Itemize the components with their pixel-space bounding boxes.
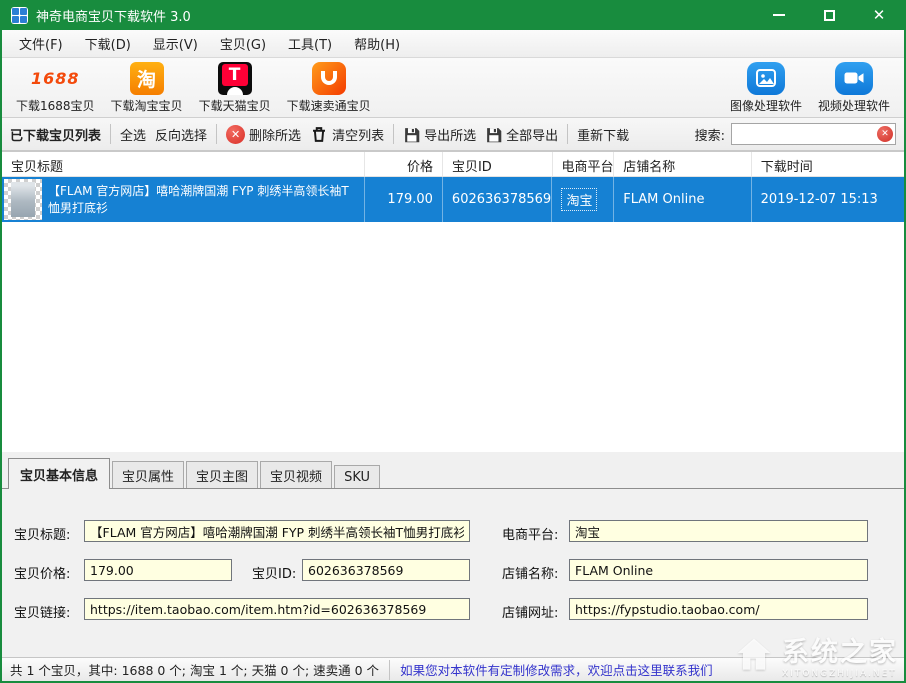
- shop-field[interactable]: [569, 559, 868, 581]
- app-window: 神奇电商宝贝下载软件 3.0 ✕ 文件(F) 下载(D) 显示(V) 宝贝(G)…: [0, 0, 906, 683]
- menu-download[interactable]: 下载(D): [74, 30, 142, 57]
- close-icon: ✕: [873, 8, 886, 23]
- price-field-label: 宝贝价格:: [14, 563, 70, 582]
- column-header-time[interactable]: 下载时间: [752, 152, 904, 176]
- row-time: 2019-12-07 15:13: [752, 177, 904, 222]
- aliexpress-logo-icon: [312, 62, 346, 95]
- separator: [393, 124, 394, 144]
- row-shop: FLAM Online: [614, 177, 751, 222]
- maximize-icon: [824, 10, 835, 21]
- id-field[interactable]: [302, 559, 470, 581]
- table-empty-area: [2, 222, 904, 452]
- tab-attributes[interactable]: 宝贝属性: [112, 461, 184, 489]
- download-tmall-button[interactable]: T 下载天猫宝贝: [191, 60, 279, 116]
- status-summary: 共 1 个宝贝，其中: 1688 0 个; 淘宝 1 个; 天猫 0 个; 速卖…: [10, 660, 379, 679]
- search-input[interactable]: [731, 123, 896, 145]
- row-platform: 淘宝: [561, 188, 597, 211]
- clear-search-icon[interactable]: ✕: [877, 126, 893, 142]
- menu-bar: 文件(F) 下载(D) 显示(V) 宝贝(G) 工具(T) 帮助(H): [2, 30, 904, 58]
- download-taobao-button[interactable]: 淘 下载淘宝宝贝: [103, 60, 191, 116]
- download-aliexpress-button[interactable]: 下载速卖通宝贝: [279, 60, 379, 116]
- delete-icon: ✕: [226, 125, 245, 144]
- row-price: 179.00: [365, 177, 443, 222]
- title-field[interactable]: [84, 520, 470, 542]
- window-title: 神奇电商宝贝下载软件 3.0: [36, 6, 191, 25]
- image-software-button[interactable]: 图像处理软件: [722, 60, 810, 116]
- separator: [389, 660, 390, 680]
- separator: [567, 124, 568, 144]
- tab-main-images[interactable]: 宝贝主图: [186, 461, 258, 489]
- row-id: 602636378569: [443, 177, 553, 222]
- app-icon: [11, 7, 28, 24]
- id-field-label: 宝贝ID:: [252, 563, 296, 582]
- shop-field-label: 店铺名称:: [502, 563, 558, 582]
- platform-field-label: 电商平台:: [502, 524, 558, 543]
- menu-file[interactable]: 文件(F): [8, 30, 74, 57]
- tab-basic-info[interactable]: 宝贝基本信息: [8, 458, 110, 489]
- detail-tabs: 宝贝基本信息 宝贝属性 宝贝主图 宝贝视频 SKU: [2, 452, 904, 488]
- floppy-save-icon: [485, 126, 502, 143]
- downloaded-items-table: 宝贝标题 价格 宝贝ID 电商平台 店铺名称 下载时间 【FLAM 官方网店】嘻…: [2, 152, 904, 452]
- close-button[interactable]: ✕: [854, 0, 904, 30]
- shopurl-field-label: 店铺网址:: [502, 602, 558, 621]
- list-caption: 已下载宝贝列表: [10, 125, 101, 144]
- select-all-button[interactable]: 全选: [120, 125, 146, 144]
- table-header: 宝贝标题 价格 宝贝ID 电商平台 店铺名称 下载时间: [2, 152, 904, 177]
- title-field-label: 宝贝标题:: [14, 524, 70, 543]
- minimize-button[interactable]: [754, 0, 804, 30]
- menu-item-goods[interactable]: 宝贝(G): [209, 30, 277, 57]
- menu-view[interactable]: 显示(V): [142, 30, 209, 57]
- export-all-button[interactable]: 全部导出: [485, 125, 558, 144]
- status-bar: 共 1 个宝贝，其中: 1688 0 个; 淘宝 1 个; 天猫 0 个; 速卖…: [2, 657, 904, 681]
- trash-icon: [310, 125, 328, 144]
- video-camera-icon: [835, 62, 873, 95]
- row-title: 【FLAM 官方网店】嘻哈潮牌国潮 FYP 刺绣半高领长袖T恤男打底衫: [48, 183, 360, 215]
- download-1688-button[interactable]: 1688 下载1688宝贝: [8, 60, 103, 116]
- invert-select-button[interactable]: 反向选择: [155, 125, 207, 144]
- clear-list-button[interactable]: 清空列表: [310, 125, 384, 144]
- 1688-logo-icon: 1688: [31, 62, 80, 95]
- product-thumbnail: [4, 179, 42, 220]
- shopurl-field[interactable]: [569, 598, 868, 620]
- separator: [216, 124, 217, 144]
- column-header-price[interactable]: 价格: [365, 152, 443, 176]
- table-row[interactable]: 【FLAM 官方网店】嘻哈潮牌国潮 FYP 刺绣半高领长袖T恤男打底衫 179.…: [2, 177, 904, 222]
- tmall-logo-icon: T: [218, 62, 252, 95]
- column-header-title[interactable]: 宝贝标题: [2, 152, 365, 176]
- title-bar: 神奇电商宝贝下载软件 3.0 ✕: [2, 0, 904, 30]
- image-icon: [747, 62, 785, 95]
- taobao-logo-icon: 淘: [130, 62, 164, 95]
- column-header-platform[interactable]: 电商平台: [553, 152, 615, 176]
- contact-us-link[interactable]: 如果您对本软件有定制修改需求，欢迎点击这里联系我们: [400, 660, 713, 679]
- link-field-label: 宝贝链接:: [14, 602, 70, 621]
- basic-info-panel: 宝贝标题: 宝贝价格: 宝贝ID: 宝贝链接: 电商平台: 店铺名称: 店铺网址…: [2, 488, 904, 657]
- delete-selected-button[interactable]: ✕ 删除所选: [226, 125, 301, 144]
- search-group: 搜索: ✕: [695, 123, 896, 145]
- redownload-button[interactable]: 重新下载: [577, 125, 629, 144]
- link-field[interactable]: [84, 598, 470, 620]
- export-selected-button[interactable]: 导出所选: [403, 125, 476, 144]
- column-header-shop[interactable]: 店铺名称: [614, 152, 751, 176]
- platform-field[interactable]: [569, 520, 868, 542]
- main-toolbar: 1688 下载1688宝贝 淘 下载淘宝宝贝 T 下载天猫宝贝 下载速卖通宝贝 …: [2, 58, 904, 118]
- list-toolbar: 已下载宝贝列表 全选 反向选择 ✕ 删除所选 清空列表 导出所选 全部导出 重新…: [2, 118, 904, 152]
- separator: [110, 124, 111, 144]
- price-field[interactable]: [84, 559, 232, 581]
- menu-tools[interactable]: 工具(T): [277, 30, 343, 57]
- maximize-button[interactable]: [804, 0, 854, 30]
- search-label: 搜索:: [695, 125, 725, 144]
- minimize-icon: [773, 14, 785, 16]
- tab-video[interactable]: 宝贝视频: [260, 461, 332, 489]
- video-software-button[interactable]: 视频处理软件: [810, 60, 898, 116]
- menu-help[interactable]: 帮助(H): [343, 30, 411, 57]
- floppy-save-icon: [403, 126, 420, 143]
- tab-sku[interactable]: SKU: [334, 465, 380, 489]
- column-header-id[interactable]: 宝贝ID: [443, 152, 553, 176]
